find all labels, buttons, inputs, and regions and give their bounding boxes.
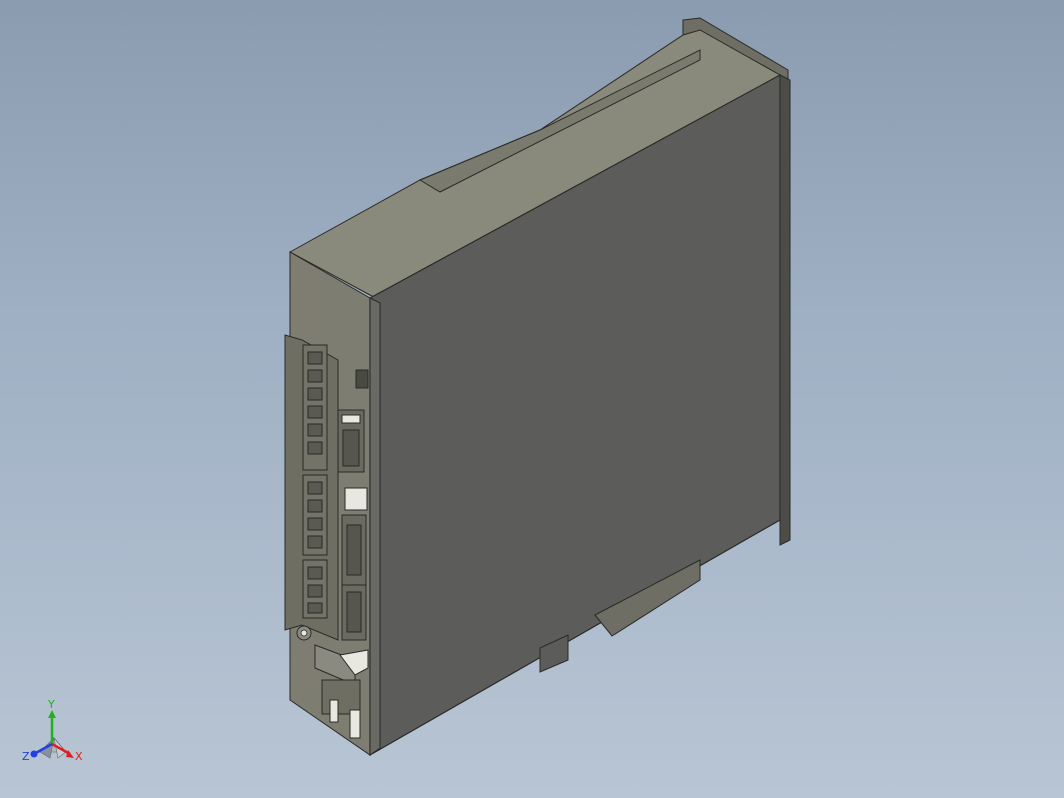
z-axis-label: Z [22,750,30,763]
z-axis-endpoint-icon [30,750,38,758]
terminal-block-middle [302,474,328,556]
drive-right-edge [779,74,791,546]
terminal-block-upper [302,344,328,471]
x-axis-label: X [75,750,83,763]
y-axis-label: Y [47,700,55,711]
drive-front-bevel [369,297,381,756]
y-axis-arrow-icon [48,710,56,718]
servo-drive-model[interactable] [0,0,1064,798]
terminal-block-lower [302,559,328,619]
orientation-triad: Y X Z [22,700,83,763]
cad-viewport[interactable]: Y X Z [0,0,1064,798]
